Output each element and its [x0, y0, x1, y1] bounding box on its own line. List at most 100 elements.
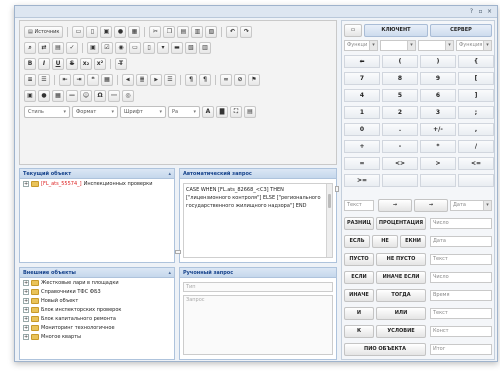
anchor-icon[interactable]: ⚑	[248, 74, 260, 86]
table-icon[interactable]: ▦	[52, 90, 64, 102]
tree-item[interactable]: + Справочники ТФС ФБ3	[20, 287, 174, 296]
operator-button[interactable]: ПРОЦЕНТАЦИЯ	[376, 217, 426, 230]
cut-icon[interactable]: ✂	[149, 26, 162, 38]
indent-icon[interactable]: ⇥	[73, 74, 85, 86]
copy-icon[interactable]: ❐	[163, 26, 176, 38]
date-combo[interactable]: Дата ▾	[450, 200, 492, 211]
tree-item[interactable]: + Мониторинг технологичное	[20, 323, 174, 332]
client-button[interactable]: КЛЮЧЕНТ	[364, 24, 428, 37]
manual-request-textarea[interactable]: Запрос	[183, 295, 333, 355]
keypad-key[interactable]: 4	[344, 89, 380, 102]
keypad-key[interactable]: >=	[344, 174, 380, 187]
numbered-list-icon[interactable]: ≡	[24, 74, 36, 86]
find-icon[interactable]: ⌕	[24, 42, 36, 54]
keypad-key[interactable]: {	[458, 55, 494, 68]
keypad-key[interactable]	[420, 174, 456, 187]
keypad-key[interactable]: 9	[420, 72, 456, 85]
operator-button[interactable]: ИЛИ	[376, 307, 426, 320]
tree-item[interactable]: + Новый объект	[20, 296, 174, 305]
operator-button[interactable]: ЕСЛИ	[344, 271, 374, 284]
keypad-key[interactable]	[458, 174, 494, 187]
bullet-list-icon[interactable]: ☰	[38, 74, 50, 86]
keypad-key[interactable]: *	[420, 140, 456, 153]
type-combo[interactable]: Конст	[430, 326, 492, 337]
collapse-icon[interactable]: ▴	[168, 268, 171, 278]
rtl-icon[interactable]: ¶	[199, 74, 211, 86]
new-page-icon[interactable]: ▯	[86, 26, 99, 38]
blockquote-icon[interactable]: ❝	[87, 74, 99, 86]
keypad-key[interactable]: 5	[382, 89, 418, 102]
operator-button[interactable]: И	[344, 307, 374, 320]
link-icon[interactable]: ∞	[220, 74, 232, 86]
keypad-key[interactable]: >	[420, 157, 456, 170]
format-combo[interactable]: Формат ▾	[72, 106, 118, 118]
keypad-key[interactable]	[382, 174, 418, 187]
bold-icon[interactable]: B	[24, 58, 36, 70]
keypad-key[interactable]: .	[382, 123, 418, 136]
keypad-key[interactable]: [	[458, 72, 494, 85]
text-type-combo[interactable]: Текст	[344, 200, 374, 211]
minimize-icon[interactable]: ▫	[477, 8, 484, 15]
type-combo[interactable]: Итог	[430, 344, 492, 355]
radio-icon[interactable]: ◉	[115, 42, 127, 54]
paste-text-icon[interactable]: ▥	[191, 26, 204, 38]
keypad-key[interactable]: <>	[382, 157, 418, 170]
form-icon[interactable]: ▣	[87, 42, 99, 54]
keypad-key[interactable]: /	[458, 140, 494, 153]
justify-icon[interactable]: ☰	[164, 74, 176, 86]
textarea-icon[interactable]: ▯	[143, 42, 155, 54]
operator-button[interactable]: ИНАЧЕ	[344, 289, 374, 302]
keypad-key[interactable]: 1	[344, 106, 380, 119]
image-icon[interactable]: ▣	[24, 90, 36, 102]
keypad-key[interactable]: -	[382, 140, 418, 153]
image-button-icon[interactable]: ▧	[185, 42, 197, 54]
div-icon[interactable]: ▦	[101, 74, 113, 86]
maximize-icon[interactable]: ⛶	[230, 106, 242, 118]
underline-icon[interactable]: U	[52, 58, 64, 70]
keypad-key[interactable]: ,	[458, 123, 494, 136]
checkbox-icon[interactable]: ☑	[101, 42, 113, 54]
arrow-right-button[interactable]: →	[378, 199, 412, 212]
function-combo[interactable]: Функци ▾	[344, 40, 378, 51]
subscript-icon[interactable]: x₂	[80, 58, 92, 70]
font-combo[interactable]: Шрифт ▾	[120, 106, 166, 118]
keypad-key[interactable]: 2	[382, 106, 418, 119]
function-combo-2[interactable]: Функция ▾	[456, 40, 492, 51]
combo-3[interactable]: ▾	[418, 40, 454, 51]
strike-icon[interactable]: S	[66, 58, 78, 70]
select-all-icon[interactable]: ▤	[52, 42, 64, 54]
keypad-key[interactable]: ;	[458, 106, 494, 119]
button-field-icon[interactable]: ▬	[171, 42, 183, 54]
keypad-key[interactable]: +/-	[420, 123, 456, 136]
type-combo[interactable]: Текст	[430, 308, 492, 319]
undo-icon[interactable]: ↶	[226, 26, 239, 38]
preview-icon[interactable]: ▣	[100, 26, 113, 38]
keypad-key[interactable]: =	[344, 157, 380, 170]
size-combo[interactable]: Ра ▾	[168, 106, 200, 118]
type-combo[interactable]: Дата	[430, 236, 492, 247]
templates-icon[interactable]: ▦	[128, 26, 141, 38]
splitter-handle[interactable]	[175, 250, 181, 254]
page-break-icon[interactable]: ⋯	[108, 90, 120, 102]
keypad-key[interactable]: (	[382, 55, 418, 68]
textfield-icon[interactable]: ▭	[129, 42, 141, 54]
select-field-icon[interactable]: ▾	[157, 42, 169, 54]
operator-button[interactable]: НЕ	[372, 235, 398, 248]
arrow-right-button-2[interactable]: →	[414, 199, 448, 212]
outdent-icon[interactable]: ⇤	[59, 74, 71, 86]
tree-item[interactable]: + Жестковые лари в площадки	[20, 278, 174, 287]
keypad-key[interactable]: 6	[420, 89, 456, 102]
operator-button[interactable]: НЕ ПУСТО	[376, 253, 426, 266]
operator-button[interactable]: ЕСЛЬ	[344, 235, 370, 248]
expand-icon[interactable]: +	[23, 180, 29, 187]
tree-item[interactable]: + Блок инспекторских проверок	[20, 305, 174, 314]
server-button[interactable]: СЕРВЕР	[430, 24, 492, 37]
save-icon[interactable]: ▭	[344, 24, 362, 37]
text-color-icon[interactable]: A	[202, 106, 214, 118]
manual-type-input[interactable]: Тип	[183, 282, 333, 292]
operator-button[interactable]: ТОГДА	[376, 289, 426, 302]
save-icon[interactable]: ▭	[72, 26, 85, 38]
redo-icon[interactable]: ↷	[240, 26, 253, 38]
operator-button[interactable]: ПУСТО	[344, 253, 374, 266]
print-icon[interactable]: ●	[114, 26, 127, 38]
